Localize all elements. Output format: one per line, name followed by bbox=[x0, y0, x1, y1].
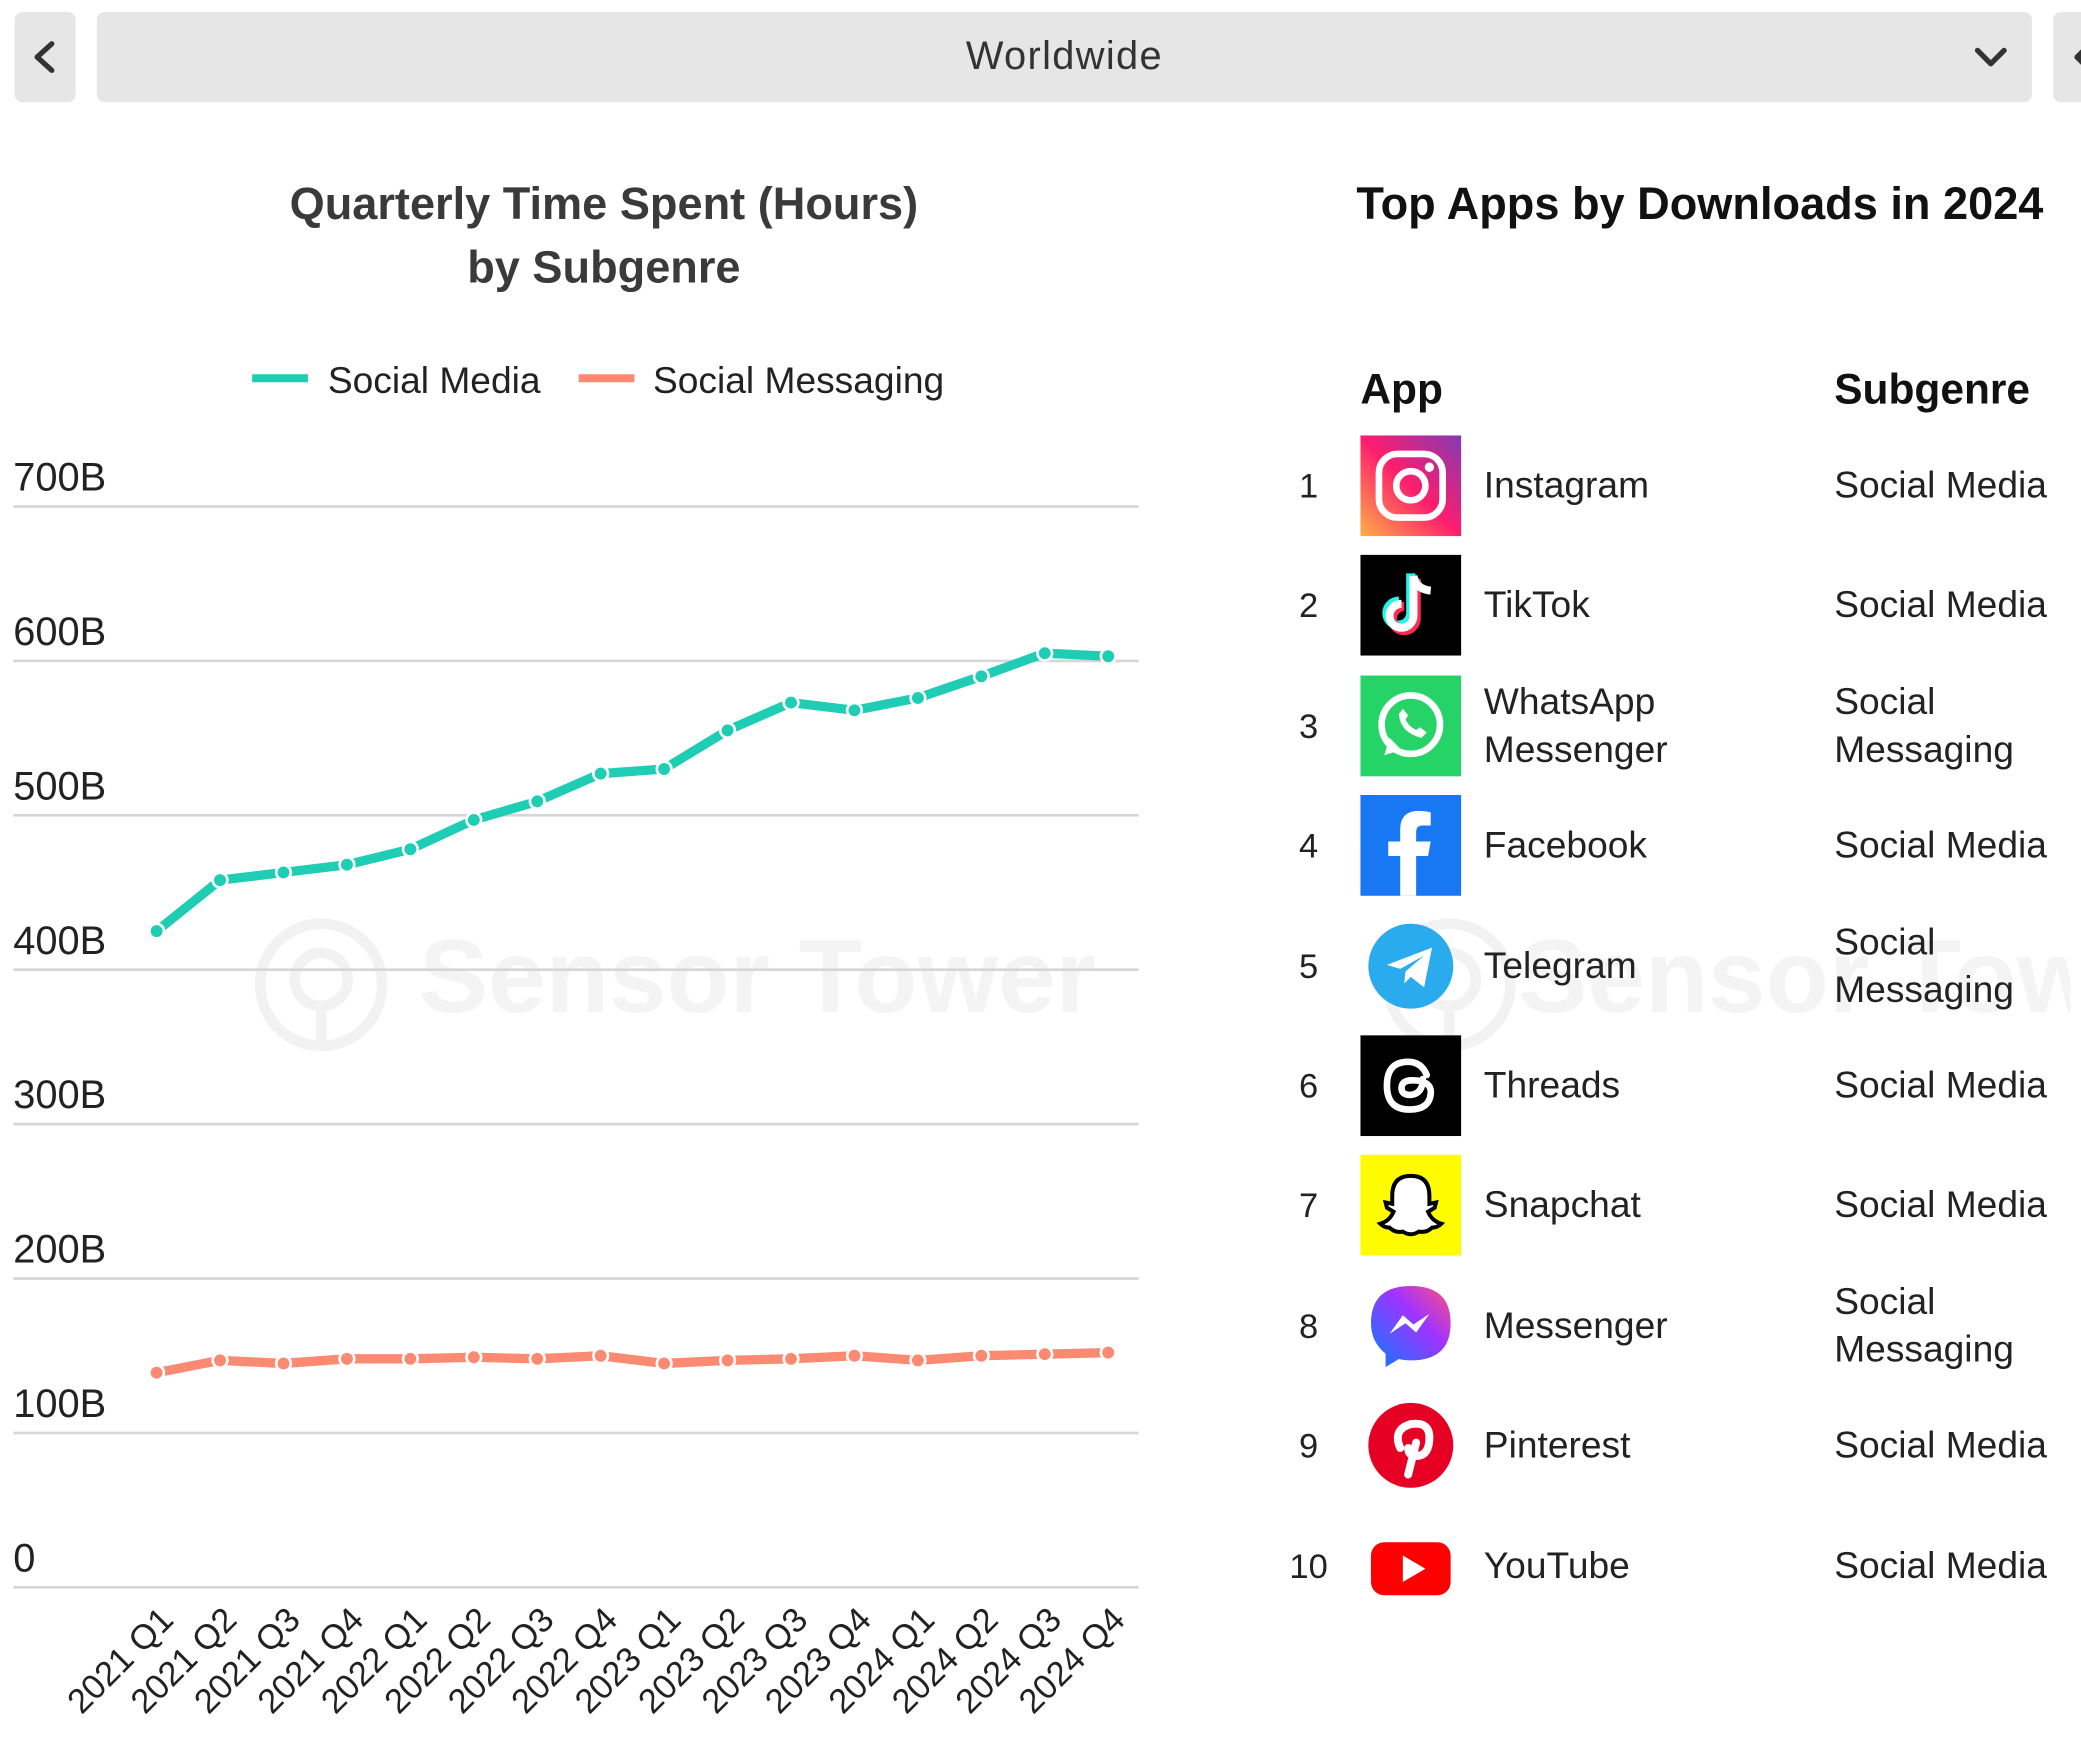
close-icon bbox=[2074, 49, 2081, 65]
app-name: Instagram bbox=[1483, 464, 1650, 506]
snapchat-icon bbox=[1360, 1155, 1462, 1257]
rank-number: 9 bbox=[1299, 1425, 1319, 1466]
page: Worldwide Sensor Tower Quarterly Time Sp… bbox=[0, 0, 2081, 1744]
data-point bbox=[1099, 647, 1117, 665]
subgenre-label: Social Messaging bbox=[1834, 680, 2014, 770]
data-point bbox=[1099, 1344, 1117, 1362]
data-point bbox=[528, 1350, 546, 1368]
tiktok-icon bbox=[1360, 555, 1462, 657]
time-spent-line-chart: 0 100B 200B 300B 400B 500B 600B 700B Social Medi… bbox=[13, 359, 1139, 1721]
telegram-icon bbox=[1360, 915, 1461, 1016]
legend-label: Social Media bbox=[328, 359, 541, 401]
app-name: Pinterest bbox=[1483, 1424, 1631, 1466]
subgenre-label: Social Media bbox=[1834, 1424, 2047, 1466]
data-point bbox=[401, 840, 419, 858]
data-point bbox=[972, 667, 990, 685]
data-point bbox=[1036, 1345, 1054, 1363]
subgenre-label: Social Media bbox=[1834, 824, 2047, 866]
data-point bbox=[147, 922, 166, 940]
chevron-down-icon bbox=[1974, 47, 2007, 67]
app-name: WhatsApp Messenger bbox=[1483, 680, 1668, 770]
y-tick-label: 600B bbox=[13, 610, 106, 654]
rank-number: 6 bbox=[1299, 1065, 1319, 1106]
subgenre-label: Social Media bbox=[1834, 1184, 2047, 1226]
subgenre-label: Social Messaging bbox=[1834, 1280, 2014, 1370]
y-tick-label: 700B bbox=[13, 456, 106, 500]
table-title: Top Apps by Downloads in 2024 bbox=[1356, 179, 2044, 230]
series-line bbox=[151, 648, 1113, 936]
data-point bbox=[718, 1351, 737, 1369]
column-header-app: App bbox=[1360, 364, 1443, 413]
column-header-subgenre: Subgenre bbox=[1834, 364, 2031, 413]
rank-number: 5 bbox=[1299, 945, 1319, 986]
whatsapp-icon bbox=[1360, 675, 1462, 777]
data-point bbox=[782, 693, 800, 712]
data-point bbox=[909, 689, 927, 707]
messenger-icon bbox=[1360, 1275, 1461, 1376]
app-name: Facebook bbox=[1483, 824, 1648, 866]
rank-number: 7 bbox=[1299, 1185, 1319, 1226]
data-point bbox=[1036, 644, 1054, 662]
rank-number: 1 bbox=[1299, 465, 1319, 506]
data-point bbox=[592, 764, 610, 783]
rank-number: 8 bbox=[1299, 1305, 1319, 1346]
rank-number: 10 bbox=[1289, 1545, 1328, 1586]
app-name: YouTube bbox=[1483, 1544, 1630, 1586]
rank-number: 3 bbox=[1299, 705, 1319, 746]
subgenre-label: Social Media bbox=[1834, 464, 2047, 506]
data-point bbox=[274, 863, 293, 882]
youtube-icon bbox=[1360, 1515, 1461, 1616]
threads-icon bbox=[1360, 1035, 1462, 1137]
data-point bbox=[655, 1354, 673, 1373]
y-tick-label: 300B bbox=[13, 1073, 106, 1117]
y-tick-label: 0 bbox=[13, 1536, 35, 1580]
data-point bbox=[909, 1351, 927, 1369]
data-point bbox=[655, 760, 673, 778]
data-point bbox=[211, 871, 229, 889]
app-name: Telegram bbox=[1483, 944, 1637, 986]
data-point bbox=[274, 1354, 293, 1373]
legend-label: Social Messaging bbox=[653, 359, 944, 401]
y-tick-label: 400B bbox=[13, 919, 106, 963]
series-line bbox=[151, 1347, 1113, 1378]
app-name: TikTok bbox=[1483, 584, 1590, 626]
subgenre-label: Social Media bbox=[1834, 584, 2047, 626]
data-point bbox=[528, 792, 546, 811]
data-point bbox=[592, 1347, 610, 1365]
subgenre-label: Social Media bbox=[1834, 1064, 2047, 1106]
subgenre-label: Social Messaging bbox=[1834, 920, 2014, 1010]
app-name: Threads bbox=[1483, 1064, 1621, 1106]
data-point bbox=[338, 856, 356, 874]
facebook-icon bbox=[1360, 795, 1462, 897]
data-point bbox=[845, 701, 864, 719]
data-point bbox=[465, 811, 483, 829]
instagram-icon bbox=[1360, 435, 1462, 537]
app-name: Messenger bbox=[1483, 1304, 1668, 1346]
next-button[interactable] bbox=[2053, 11, 2081, 103]
subgenre-label: Social Media bbox=[1834, 1544, 2047, 1586]
y-tick-label: 500B bbox=[13, 764, 106, 808]
y-tick-label: 200B bbox=[13, 1228, 106, 1272]
data-point bbox=[718, 721, 737, 740]
data-point bbox=[211, 1351, 229, 1369]
rank-number: 2 bbox=[1299, 585, 1319, 626]
y-tick-label: 100B bbox=[13, 1382, 106, 1426]
data-point bbox=[845, 1347, 864, 1365]
data-point bbox=[972, 1347, 990, 1365]
data-point bbox=[465, 1348, 483, 1366]
rank-number: 4 bbox=[1299, 825, 1319, 866]
data-point bbox=[401, 1350, 419, 1368]
data-point bbox=[147, 1364, 166, 1382]
app-name: Snapchat bbox=[1483, 1184, 1641, 1226]
data-point bbox=[782, 1350, 800, 1368]
data-point bbox=[338, 1350, 356, 1368]
pinterest-icon bbox=[1360, 1395, 1461, 1496]
